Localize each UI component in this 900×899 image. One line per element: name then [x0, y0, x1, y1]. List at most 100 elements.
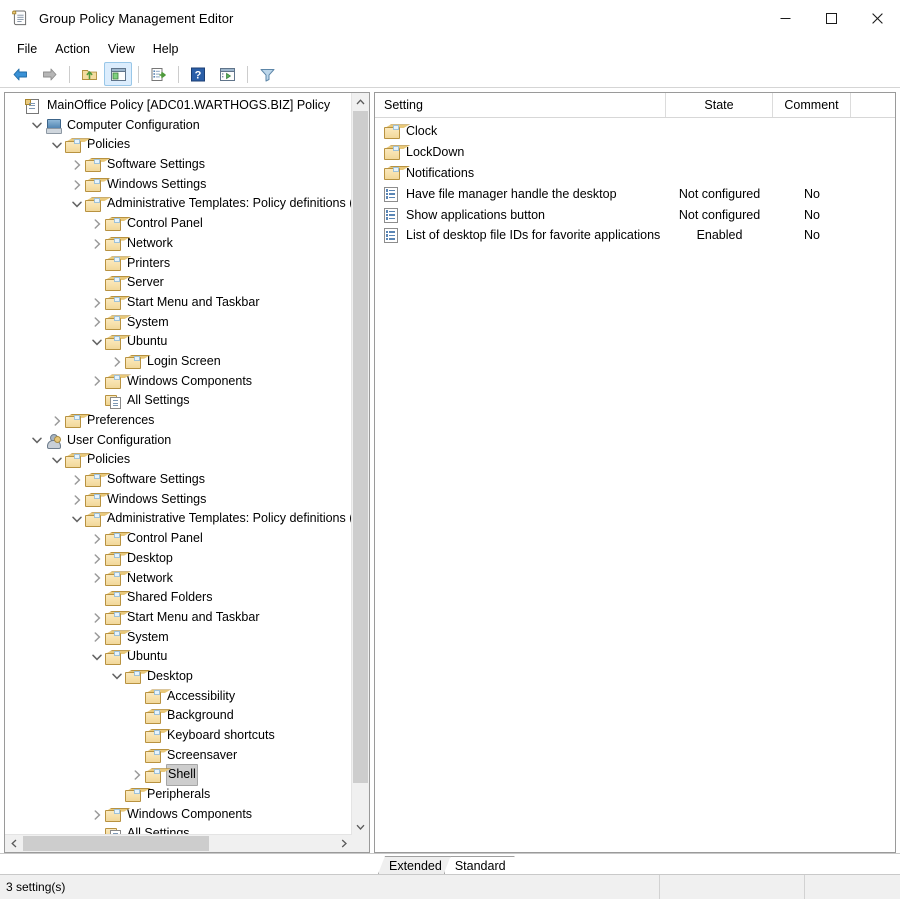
tree-node[interactable]: Ubuntu — [5, 332, 352, 352]
chevron-right-icon[interactable] — [89, 314, 105, 330]
chevron-right-icon[interactable] — [89, 570, 105, 586]
tree-node[interactable]: System — [5, 628, 352, 648]
tree-node[interactable]: Printers — [5, 254, 352, 274]
tree-node[interactable]: Start Menu and Taskbar — [5, 608, 352, 628]
tree-node[interactable]: Control Panel — [5, 529, 352, 549]
maximize-button[interactable] — [808, 0, 854, 36]
tree-scroll-area[interactable]: MainOffice Policy [ADC01.WARTHOGS.BIZ] P… — [5, 93, 352, 835]
chevron-right-icon[interactable] — [129, 767, 145, 783]
column-header-state[interactable]: State — [666, 93, 773, 117]
tree-node[interactable]: Software Settings — [5, 155, 352, 175]
settings-list-row[interactable]: LockDown — [375, 142, 895, 163]
chevron-right-icon[interactable] — [89, 551, 105, 567]
tree-node[interactable]: Login Screen — [5, 352, 352, 372]
chevron-right-icon[interactable] — [89, 236, 105, 252]
tree-node[interactable]: System — [5, 313, 352, 333]
scroll-right-icon[interactable] — [335, 835, 352, 852]
tree-node[interactable]: MainOffice Policy [ADC01.WARTHOGS.BIZ] P… — [5, 96, 352, 116]
tree-horizontal-scrollbar[interactable] — [5, 834, 352, 852]
scroll-up-icon[interactable] — [352, 93, 369, 110]
tree-node[interactable]: Network — [5, 569, 352, 589]
settings-list-row[interactable]: Have file manager handle the desktop Not … — [375, 183, 895, 204]
chevron-down-icon[interactable] — [89, 649, 105, 665]
chevron-right-icon[interactable] — [89, 629, 105, 645]
minimize-button[interactable] — [762, 0, 808, 36]
settings-list-row[interactable]: List of desktop file IDs for favorite ap… — [375, 225, 895, 246]
menu-view[interactable]: View — [99, 39, 144, 59]
column-header-setting[interactable]: Setting — [375, 93, 666, 117]
tree-node[interactable]: Shared Folders — [5, 588, 352, 608]
chevron-right-icon[interactable] — [69, 472, 85, 488]
tree-hscroll-thumb[interactable] — [23, 836, 209, 851]
tree-node[interactable]: Windows Components — [5, 372, 352, 392]
chevron-down-icon[interactable] — [49, 452, 65, 468]
show-hide-action-pane-icon[interactable] — [213, 62, 241, 86]
menu-action[interactable]: Action — [46, 39, 99, 59]
chevron-down-icon[interactable] — [29, 433, 45, 449]
tree-node[interactable]: Windows Settings — [5, 175, 352, 195]
chevron-down-icon[interactable] — [69, 511, 85, 527]
tree-node[interactable]: Desktop — [5, 549, 352, 569]
tree-node[interactable]: Software Settings — [5, 470, 352, 490]
tree-node[interactable]: Server — [5, 273, 352, 293]
chevron-right-icon[interactable] — [89, 531, 105, 547]
chevron-right-icon[interactable] — [69, 157, 85, 173]
menu-help[interactable]: Help — [144, 39, 188, 59]
scroll-left-icon[interactable] — [5, 835, 22, 852]
tree-node[interactable]: Windows Components — [5, 805, 352, 825]
chevron-right-icon[interactable] — [89, 295, 105, 311]
tree-scroll-thumb[interactable] — [353, 111, 368, 783]
tree-node[interactable]: Network — [5, 234, 352, 254]
chevron-right-icon[interactable] — [89, 807, 105, 823]
tree-node[interactable]: User Configuration — [5, 431, 352, 451]
help-icon[interactable]: ? — [184, 62, 212, 86]
chevron-right-icon[interactable] — [89, 373, 105, 389]
chevron-down-icon[interactable] — [29, 118, 45, 134]
tree-node[interactable]: Background — [5, 706, 352, 726]
tree-node[interactable]: All Settings — [5, 391, 352, 411]
column-header-comment[interactable]: Comment — [773, 93, 851, 117]
tab-extended[interactable]: Extended — [378, 856, 451, 874]
settings-list-row[interactable]: Show applications button Not configured No — [375, 204, 895, 225]
tree-node[interactable]: Windows Settings — [5, 490, 352, 510]
tree-node[interactable]: Administrative Templates: Policy definit… — [5, 194, 352, 214]
chevron-right-icon[interactable] — [89, 216, 105, 232]
tree-node[interactable]: Policies — [5, 450, 352, 470]
chevron-right-icon[interactable] — [69, 492, 85, 508]
chevron-right-icon[interactable] — [109, 354, 125, 370]
back-icon[interactable] — [6, 62, 34, 86]
tree-node[interactable]: Peripherals — [5, 785, 352, 805]
tree-node[interactable]: Desktop — [5, 667, 352, 687]
chevron-right-icon[interactable] — [89, 610, 105, 626]
tab-standard[interactable]: Standard — [444, 856, 515, 874]
tree-node[interactable]: Ubuntu — [5, 647, 352, 667]
forward-icon[interactable] — [35, 62, 63, 86]
tree-node[interactable]: Start Menu and Taskbar — [5, 293, 352, 313]
chevron-down-icon[interactable] — [69, 196, 85, 212]
up-one-level-icon[interactable] — [75, 62, 103, 86]
chevron-right-icon[interactable] — [69, 177, 85, 193]
chevron-down-icon[interactable] — [49, 137, 65, 153]
show-hide-tree-icon[interactable] — [104, 62, 132, 86]
tree-node[interactable]: Preferences — [5, 411, 352, 431]
tree-node[interactable]: Keyboard shortcuts — [5, 726, 352, 746]
tree-node[interactable]: Screensaver — [5, 746, 352, 766]
chevron-down-icon[interactable] — [109, 669, 125, 685]
close-button[interactable] — [854, 0, 900, 36]
tree-node[interactable]: Computer Configuration — [5, 116, 352, 136]
chevron-right-icon[interactable] — [49, 413, 65, 429]
settings-list-row[interactable]: Notifications — [375, 163, 895, 184]
tree-node[interactable]: Control Panel — [5, 214, 352, 234]
settings-list-row[interactable]: Clock — [375, 121, 895, 142]
tree-node[interactable]: Shell — [5, 764, 352, 787]
export-list-icon[interactable] — [144, 62, 172, 86]
filter-icon[interactable] — [253, 62, 281, 86]
chevron-down-icon[interactable] — [89, 334, 105, 350]
tree-node[interactable]: Policies — [5, 135, 352, 155]
tree-node[interactable]: Administrative Templates: Policy definit… — [5, 509, 352, 529]
scroll-down-icon[interactable] — [352, 818, 369, 835]
tree-vertical-scrollbar[interactable] — [351, 93, 369, 835]
tree-node[interactable]: Accessibility — [5, 687, 352, 707]
menu-file[interactable]: File — [8, 39, 46, 59]
